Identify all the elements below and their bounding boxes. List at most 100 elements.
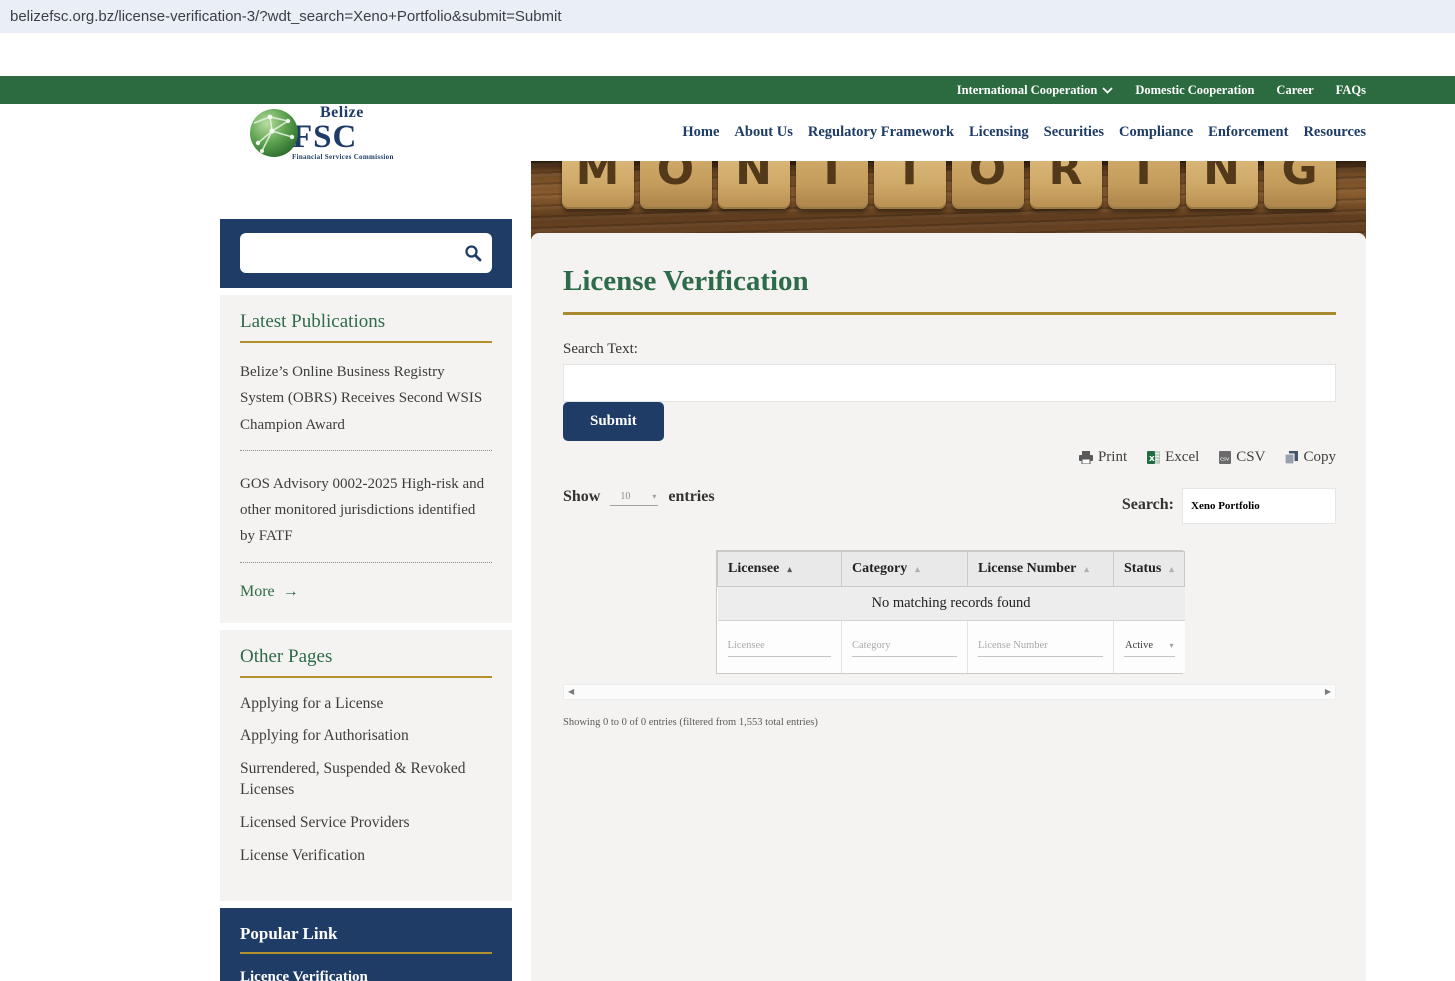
table-info-text: Showing 0 to 0 of 0 entries (filtered fr… <box>563 717 818 728</box>
page-length-control: Show 10 ▾ entries <box>563 488 715 506</box>
nav-item-securities[interactable]: Securities <box>1044 124 1104 141</box>
nav-item-resources[interactable]: Resources <box>1303 124 1366 141</box>
nav-item-home[interactable]: Home <box>682 124 719 141</box>
table-header-row: Licensee ▴ Category ▴ License Number ▴ S… <box>717 551 1185 587</box>
csv-button[interactable]: csv CSV <box>1219 449 1265 466</box>
sidebar-search-input[interactable] <box>252 245 464 261</box>
topbar-item-international-cooperation[interactable]: International Cooperation <box>957 83 1114 98</box>
search-text-input[interactable] <box>563 364 1336 402</box>
empty-results-message: No matching records found <box>717 586 1185 621</box>
page-length-select[interactable]: 10 ▾ <box>610 488 659 506</box>
submit-button[interactable]: Submit <box>563 402 664 441</box>
table-search-control: Search: <box>1122 488 1336 524</box>
printer-icon <box>1078 451 1093 464</box>
sidebar-link-license-verification[interactable]: License Verification <box>240 846 492 867</box>
excel-button[interactable]: x Excel <box>1147 449 1199 466</box>
fsc-logo[interactable]: Belize FSC Financial Services Commission <box>248 104 394 161</box>
csv-file-icon: csv <box>1219 451 1232 464</box>
sort-asc-icon: ▴ <box>1169 563 1174 574</box>
sort-asc-icon: ▴ <box>1084 563 1089 574</box>
publication-link[interactable]: Belize’s Online Business Registry System… <box>240 359 492 451</box>
copy-icon <box>1285 451 1299 464</box>
letter-tile: I <box>1107 161 1180 209</box>
nav-item-licensing[interactable]: Licensing <box>969 124 1029 141</box>
license-verification-panel: License Verification Search Text: Submit… <box>531 233 1366 981</box>
copy-button[interactable]: Copy <box>1285 449 1336 466</box>
search-text-label: Search Text: <box>563 341 638 357</box>
sidebar-search-box <box>240 233 492 273</box>
horizontal-scrollbar[interactable]: ◀ ▶ <box>563 684 1336 700</box>
letter-tile: R <box>1029 161 1102 209</box>
sort-asc-icon: ▴ <box>915 563 920 574</box>
topbar-item-domestic-cooperation[interactable]: Domestic Cooperation <box>1135 83 1254 98</box>
letter-tile: I <box>795 161 868 209</box>
content-layout: Latest Publications Belize’s Online Busi… <box>0 161 1455 981</box>
sidebar-link-applying-for-a-license[interactable]: Applying for a License <box>240 694 492 715</box>
header-spacer <box>0 33 1455 76</box>
letter-tile: G <box>1263 161 1336 209</box>
chevron-down-icon <box>1102 86 1113 94</box>
globe-icon <box>250 108 298 157</box>
sidebar: Latest Publications Belize’s Online Busi… <box>220 161 512 981</box>
letter-tile: N <box>717 161 790 209</box>
logo-tagline: Financial Services Commission <box>292 152 394 161</box>
letter-tile: N <box>1185 161 1258 209</box>
utility-navbar: International Cooperation Domestic Coope… <box>0 76 1455 104</box>
print-button[interactable]: Print <box>1078 449 1127 466</box>
site-header: Belize FSC Financial Services Commission… <box>0 104 1455 161</box>
empty-results-row: No matching records found <box>717 586 1185 621</box>
logo-text: Belize FSC Financial Services Commission <box>292 104 394 161</box>
scroll-left-icon[interactable]: ◀ <box>568 688 574 696</box>
logo-acronym: FSC <box>292 118 358 155</box>
licensee-filter-input[interactable] <box>727 636 831 657</box>
sidebar-link-surrendered-suspended-revoked[interactable]: Surrendered, Suspended & Revoked License… <box>240 759 492 801</box>
letter-tile: M <box>561 161 634 209</box>
latest-publications-title: Latest Publications <box>240 311 492 343</box>
sidebar-link-licensed-service-providers[interactable]: Licensed Service Providers <box>240 813 492 834</box>
column-header-license-number[interactable]: License Number ▴ <box>967 551 1114 587</box>
sidebar-search-card <box>220 219 512 288</box>
more-publications-link[interactable]: More → <box>240 583 492 601</box>
main-column: M O N I T O R I N G License Verification… <box>531 161 1366 981</box>
page-title: License Verification <box>563 265 809 297</box>
page: belizefsc.org.bz/license-verification-3/… <box>0 0 1455 981</box>
table-controls-row: Show 10 ▾ entries Search: <box>563 488 1336 524</box>
title-divider <box>563 312 1336 315</box>
letter-tile: O <box>951 161 1024 209</box>
license-number-filter-input[interactable] <box>978 636 1103 657</box>
other-pages-title: Other Pages <box>240 646 492 678</box>
topbar-item-faqs[interactable]: FAQs <box>1336 83 1366 98</box>
show-label: Show <box>563 488 601 505</box>
publication-link[interactable]: GOS Advisory 0002-2025 High-risk and oth… <box>240 471 492 563</box>
letter-tile: T <box>873 161 946 209</box>
browser-url-text: belizefsc.org.bz/license-verification-3/… <box>10 8 562 25</box>
table-search-input[interactable] <box>1182 488 1336 524</box>
letter-tile: O <box>639 161 712 209</box>
arrow-right-icon: → <box>282 582 299 600</box>
dropdown-arrow-icon: ▾ <box>652 492 657 501</box>
browser-url-bar[interactable]: belizefsc.org.bz/license-verification-3/… <box>0 0 1455 33</box>
sort-asc-icon: ▴ <box>787 563 792 574</box>
export-toolbar: Print x Excel csv CSV Copy <box>563 449 1336 466</box>
search-icon[interactable] <box>464 244 482 262</box>
entries-label: entries <box>668 488 715 505</box>
dropdown-arrow-icon: ▾ <box>1169 641 1174 650</box>
column-header-category[interactable]: Category ▴ <box>841 551 968 587</box>
table-search-label: Search: <box>1121 496 1174 513</box>
column-header-status[interactable]: Status ▴ <box>1113 551 1185 587</box>
nav-item-compliance[interactable]: Compliance <box>1119 124 1193 141</box>
scroll-right-icon[interactable]: ▶ <box>1325 688 1331 696</box>
status-filter-select[interactable]: Active ▾ <box>1124 638 1175 657</box>
nav-item-about-us[interactable]: About Us <box>734 124 792 141</box>
sidebar-link-applying-for-authorisation[interactable]: Applying for Authorisation <box>240 726 492 747</box>
column-header-licensee[interactable]: Licensee ▴ <box>717 551 842 587</box>
popular-link-licence-verification[interactable]: Licence Verification <box>240 968 492 981</box>
category-filter-input[interactable] <box>852 636 957 657</box>
nav-item-enforcement[interactable]: Enforcement <box>1208 124 1288 141</box>
main-navbar: Home About Us Regulatory Framework Licen… <box>682 124 1366 141</box>
monitoring-banner-image: M O N I T O R I N G <box>531 161 1366 239</box>
nav-item-regulatory-framework[interactable]: Regulatory Framework <box>808 124 954 141</box>
svg-text:csv: csv <box>1220 457 1230 463</box>
topbar-item-career[interactable]: Career <box>1276 83 1313 98</box>
svg-text:x: x <box>1149 454 1155 464</box>
